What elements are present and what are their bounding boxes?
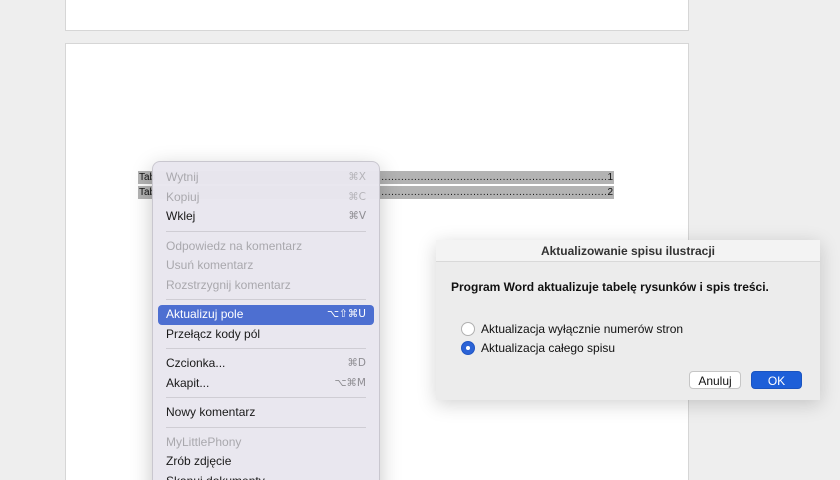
menu-item-label: Skanuj dokumenty [166, 472, 265, 480]
menu-item-cut[interactable]: Wytnij ⌘X [158, 168, 374, 188]
menu-item-copy[interactable]: Kopiuj ⌘C [158, 188, 374, 208]
menu-item-shortcut: ⌥⌘M [334, 376, 366, 389]
menu-item-scan-documents[interactable]: Skanuj dokumenty [158, 472, 374, 480]
update-toc-dialog: Aktualizowanie spisu ilustracji Program … [436, 240, 820, 400]
menu-separator [166, 299, 366, 300]
menu-item-label: Kopiuj [166, 189, 200, 204]
menu-item-shortcut: ⌘C [348, 190, 366, 203]
menu-item-paragraph[interactable]: Akapit... ⌥⌘M [158, 374, 374, 394]
menu-item-resolve-comment[interactable]: Rozstrzygnij komentarz [158, 276, 374, 296]
menu-item-label: Nowy komentarz [166, 405, 256, 419]
menu-item-label: Odpowiedz na komentarz [166, 238, 303, 253]
cancel-button[interactable]: Anuluj [689, 371, 741, 389]
menu-item-label: Zrób zdjęcie [166, 454, 232, 468]
ok-button[interactable]: OK [751, 371, 802, 389]
menu-item-paste[interactable]: Wklej ⌘V [158, 207, 374, 227]
toc-entry-page: 1 [607, 172, 613, 183]
menu-item-label: Wklej [166, 209, 196, 223]
option-page-numbers-only[interactable]: Aktualizacja wyłącznie numerów stron [461, 322, 683, 336]
menu-item-label: Czcionka... [166, 356, 226, 370]
context-menu: Wytnij ⌘X Kopiuj ⌘C Wklej ⌘V Odpowiedz n… [152, 161, 380, 480]
toc-entry-leader: ........................................… [378, 187, 606, 198]
radio-label: Aktualizacja wyłącznie numerów stron [481, 322, 684, 336]
toc-entry-page: 2 [607, 187, 613, 198]
menu-item-shortcut: ⌘X [348, 171, 366, 183]
menu-item-label: Akapit... [166, 375, 210, 390]
menu-item-delete-comment[interactable]: Usuń komentarz [158, 256, 374, 276]
menu-item-label: Wytnij [166, 170, 199, 184]
menu-separator [166, 230, 366, 232]
menu-separator [166, 426, 366, 428]
menu-item-label: Rozstrzygnij komentarz [166, 277, 291, 292]
radio-button-selected[interactable] [461, 341, 475, 355]
radio-button[interactable] [461, 322, 475, 336]
menu-item-label: Przełącz kody pól [166, 326, 261, 341]
radio-label: Aktualizacja całego spisu [481, 341, 616, 355]
menu-item-update-field[interactable]: Aktualizuj pole ⌥⇧⌘U [158, 305, 374, 325]
menu-item-label: Usuń komentarz [166, 258, 254, 272]
menu-separator [166, 397, 366, 398]
toc-entry-leader: ........................................… [378, 172, 606, 183]
menu-item-shortcut: ⌘D [347, 357, 366, 369]
menu-item-label: Aktualizuj pole [166, 307, 244, 321]
menu-item-take-photo[interactable]: Zrób zdjęcie [158, 452, 374, 472]
menu-item-shortcut: ⌘V [348, 210, 366, 222]
menu-item-device-header: MyLittlePhony [158, 433, 374, 453]
menu-separator [166, 348, 366, 349]
menu-item-reply-comment[interactable]: Odpowiedz na komentarz [158, 237, 374, 257]
dialog-message: Program Word aktualizuje tabelę rysunków… [451, 280, 769, 294]
dialog-title: Aktualizowanie spisu ilustracji [436, 240, 820, 262]
menu-item-toggle-field-codes[interactable]: Przełącz kody pól [158, 325, 374, 345]
menu-item-font[interactable]: Czcionka... ⌘D [158, 354, 374, 374]
menu-item-shortcut: ⌥⇧⌘U [326, 308, 366, 320]
option-entire-table[interactable]: Aktualizacja całego spisu [461, 341, 615, 355]
document-page-previous [65, 0, 689, 31]
menu-item-label: MyLittlePhony [166, 434, 242, 449]
menu-item-new-comment[interactable]: Nowy komentarz [158, 403, 374, 423]
